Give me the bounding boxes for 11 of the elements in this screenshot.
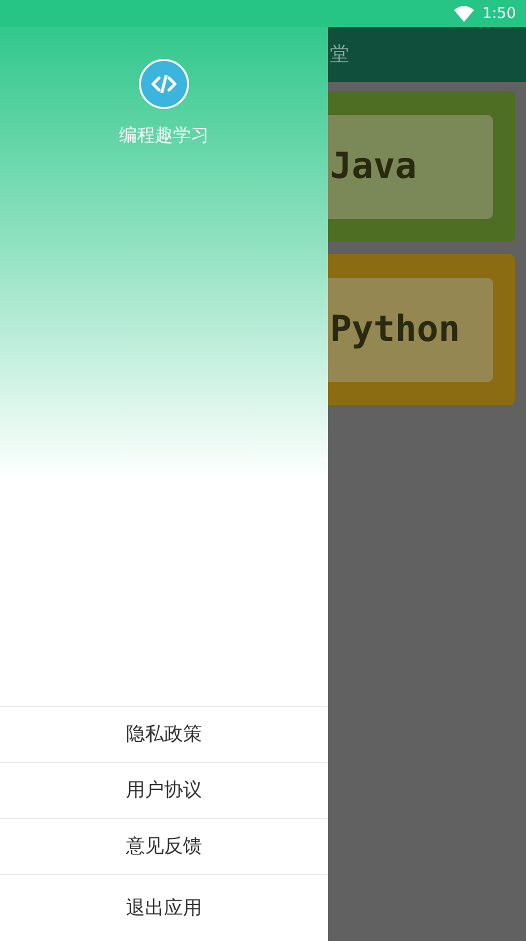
card-title: Java (330, 144, 417, 188)
drawer-menu-item[interactable]: 隐私政策 (0, 707, 328, 763)
status-time: 1:50 (482, 3, 516, 24)
drawer-menu-item[interactable]: 用户协议 (0, 763, 328, 819)
wifi-icon (454, 6, 474, 22)
drawer-menu-item[interactable]: 意见反馈 (0, 819, 328, 875)
page-title: 堂 (330, 42, 349, 68)
app-name: 编程趣学习 (119, 124, 209, 148)
drawer-menu-item[interactable]: 退出应用 (0, 875, 328, 941)
code-icon (139, 59, 189, 109)
card-title: Python (330, 308, 460, 352)
